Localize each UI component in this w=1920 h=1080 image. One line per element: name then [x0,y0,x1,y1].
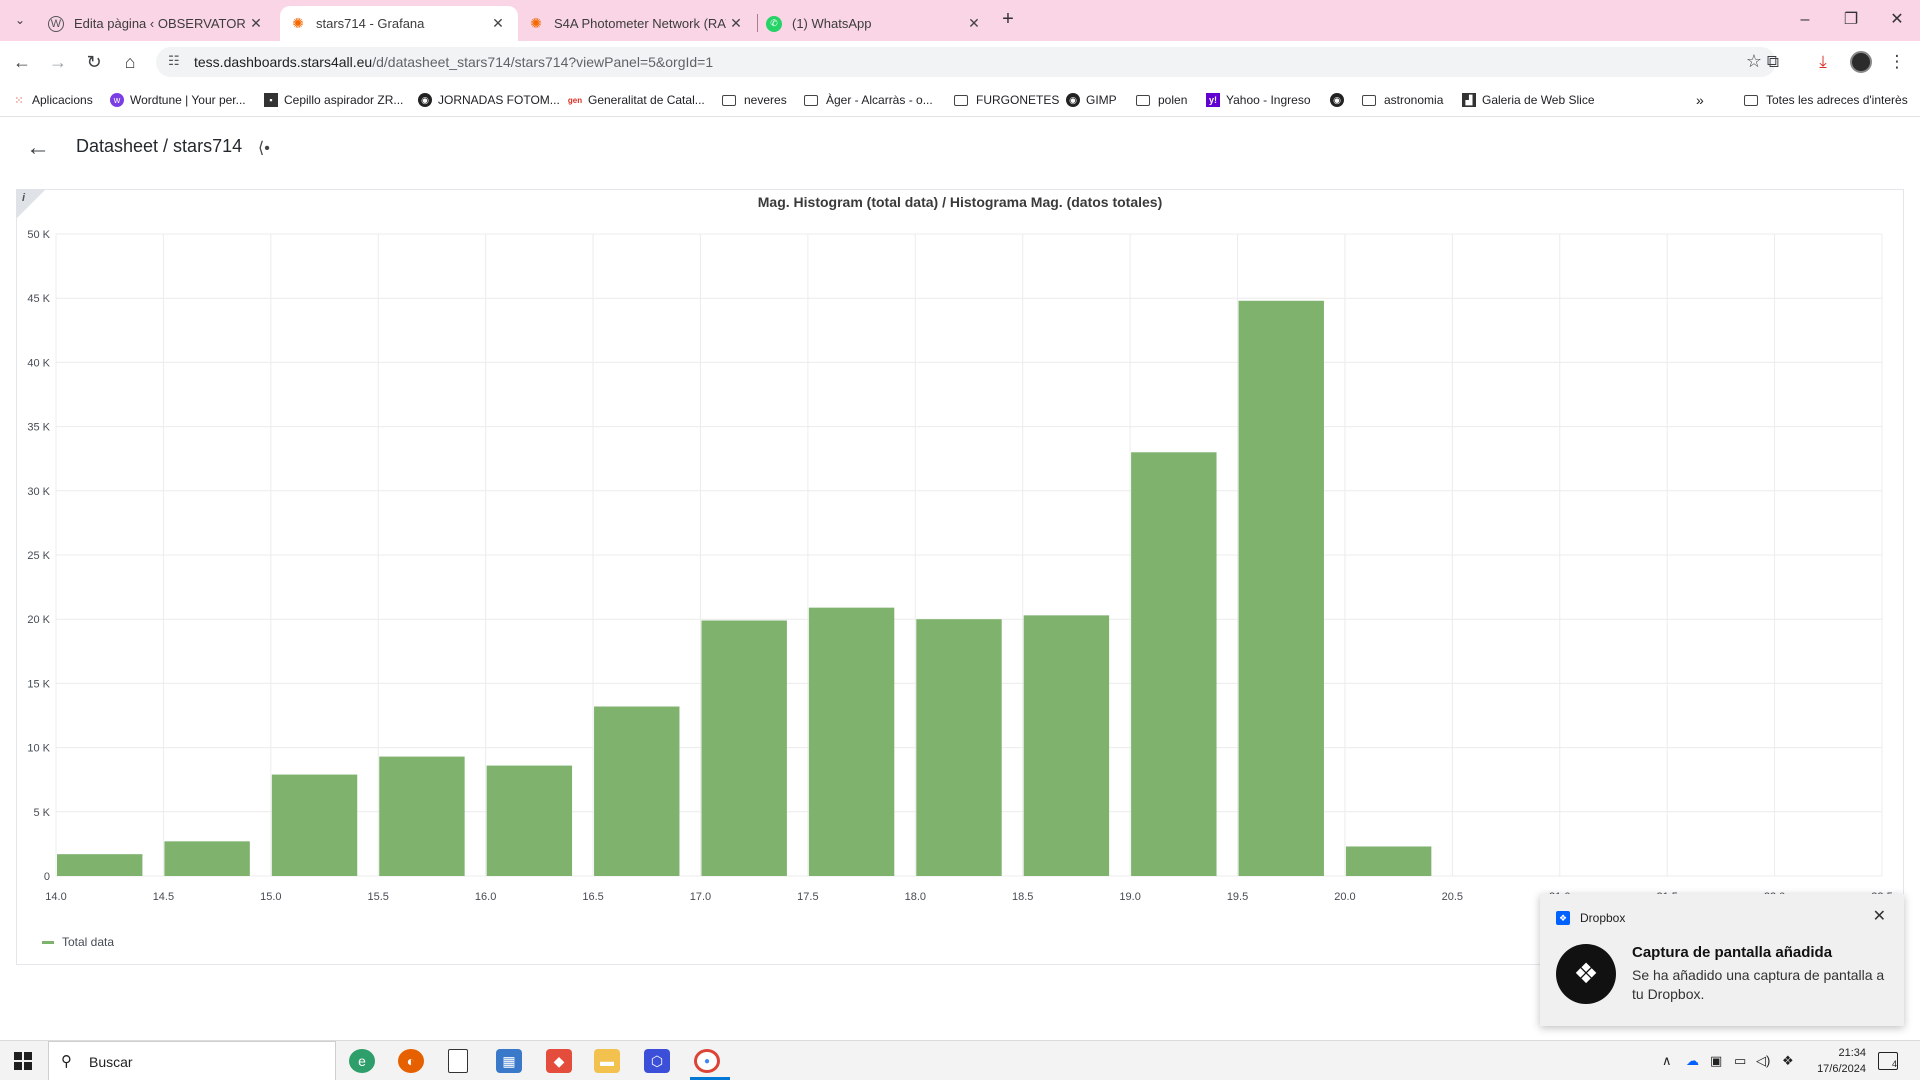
notification-title: Captura de pantalla añadida [1632,944,1833,961]
histogram-bar [1023,615,1110,876]
notification-count: 4 [1891,1059,1897,1069]
tray-chevron-icon[interactable]: ∧ [1662,1053,1672,1069]
y-tick-label: 5 K [33,807,50,819]
notification-body: Se ha añadido una captura de pantalla a … [1632,967,1885,1002]
close-notification-icon[interactable]: ✕ [1873,906,1886,926]
y-tick-label: 35 K [27,422,50,434]
histogram-bar [57,854,143,876]
windows-start-icon[interactable] [14,1052,32,1070]
histogram-bar [1345,846,1432,876]
usb-icon[interactable]: ▣ [1710,1053,1722,1069]
x-tick-label: 15.5 [368,891,389,903]
calculator-icon[interactable]: ▦ [496,1049,522,1073]
y-tick-label: 15 K [27,678,50,690]
y-tick-label: 45 K [27,293,50,305]
histogram-bar [164,841,250,876]
histogram-bar [1131,452,1217,876]
volume-icon[interactable]: ◁) [1756,1053,1770,1069]
dropbox-tray-icon[interactable]: ❖ [1782,1053,1794,1069]
y-tick-label: 0 [44,871,50,883]
histogram-bar [271,774,358,876]
x-tick-label: 20.0 [1334,891,1355,903]
histogram-bar [486,765,573,876]
histogram-bar [916,619,1002,876]
y-tick-label: 20 K [27,614,50,626]
x-tick-label: 18.5 [1012,891,1033,903]
dropbox-logo-icon: ❖ [1556,944,1616,1004]
x-tick-label: 16.0 [475,891,496,903]
search-icon: ⚲ [61,1053,72,1070]
dropbox-notification[interactable]: ❖ Dropbox ✕ ❖ Captura de pantalla añadid… [1540,894,1904,1026]
y-tick-label: 10 K [27,743,50,755]
x-tick-label: 19.0 [1119,891,1140,903]
x-tick-label: 14.5 [153,891,174,903]
x-tick-label: 18.0 [905,891,926,903]
onedrive-icon[interactable]: ☁ [1686,1053,1699,1069]
y-tick-label: 40 K [27,357,50,369]
dropbox-small-icon: ❖ [1556,911,1570,925]
x-tick-label: 14.0 [45,891,66,903]
histogram-bar [808,607,895,876]
chrome-icon[interactable]: ● [694,1049,720,1073]
notification-center-icon[interactable]: 4 [1878,1052,1898,1070]
clock-time: 21:34 [1838,1047,1866,1059]
legend-swatch [42,940,54,944]
taskbar: ⚲ Buscar e ◐ ▦ ◆ ▬ ⬡ ● ∧ ☁ ▣ ▭ ◁) ❖ 21:3… [0,1040,1920,1080]
x-tick-label: 17.5 [797,891,818,903]
search-placeholder: Buscar [89,1054,133,1070]
notepad-icon[interactable] [448,1049,468,1073]
histogram-bar [701,620,787,876]
histogram-bar [1238,300,1324,876]
x-tick-label: 16.5 [582,891,603,903]
firefox-icon[interactable]: ◐ [398,1049,424,1073]
legend-label: Total data [62,935,115,949]
notification-app-name: Dropbox [1580,911,1626,925]
x-tick-label: 15.0 [260,891,281,903]
chart-legend[interactable]: Total data [42,935,114,949]
y-tick-label: 25 K [27,550,50,562]
histogram-bar [379,756,465,876]
clock-date: 17/6/2024 [1817,1063,1866,1075]
x-tick-label: 20.5 [1442,891,1463,903]
x-tick-label: 17.0 [690,891,711,903]
file-explorer-icon[interactable]: ▬ [594,1049,620,1073]
edge-icon[interactable]: e [349,1049,375,1073]
anydesk-icon[interactable]: ◆ [546,1049,572,1073]
network-icon[interactable]: ▭ [1734,1053,1746,1069]
clock[interactable]: 21:34 17/6/2024 [1806,1045,1866,1077]
y-tick-label: 30 K [27,486,50,498]
app-cube-icon[interactable]: ⬡ [644,1049,670,1073]
taskbar-search-input[interactable]: ⚲ Buscar [48,1041,336,1080]
y-tick-label: 50 K [27,229,50,241]
x-tick-label: 19.5 [1227,891,1248,903]
histogram-bar [594,706,680,876]
